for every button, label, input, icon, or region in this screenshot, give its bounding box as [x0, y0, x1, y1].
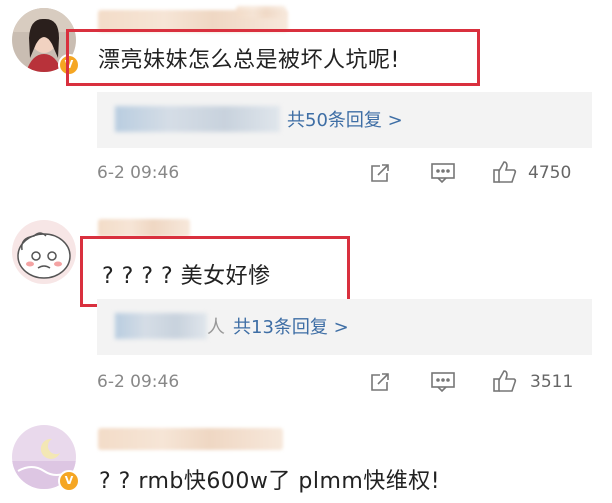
reply-users-suffix: 人 [207, 317, 225, 338]
comment-text: ? ? ? ? 美女好惨 [102, 264, 271, 289]
view-replies-link[interactable]: 共50条回复 > [287, 106, 403, 132]
reply-summary[interactable]: 人 共13条回复 > [97, 299, 592, 355]
comment-icon[interactable] [430, 161, 456, 189]
comment-text: ? ? rmb快600w了 plmm快维权! [99, 469, 441, 494]
username-blurred[interactable] [98, 428, 283, 450]
comment-icon[interactable] [430, 370, 456, 398]
view-replies-link[interactable]: 共13条回复 > [233, 313, 349, 339]
comment-text: 漂亮妹妹怎么总是被坏人坑呢! [98, 48, 400, 73]
like-count: 3511 [530, 372, 574, 392]
comment-time: 6-2 09:46 [97, 163, 180, 183]
share-icon[interactable] [368, 370, 392, 398]
verified-badge-icon: V [58, 470, 80, 492]
avatar[interactable] [12, 220, 76, 284]
like-icon[interactable] [492, 159, 518, 189]
share-icon[interactable] [368, 161, 392, 189]
reply-users-blurred [115, 106, 280, 132]
like-count: 4750 [528, 163, 572, 183]
reply-users-blurred [115, 313, 207, 339]
username-blurred[interactable] [98, 219, 190, 237]
reply-summary[interactable]: 共50条回复 > [97, 92, 592, 148]
comment-time: 6-2 09:46 [97, 372, 180, 392]
like-icon[interactable] [492, 368, 518, 398]
username-tag-blurred [236, 6, 286, 18]
